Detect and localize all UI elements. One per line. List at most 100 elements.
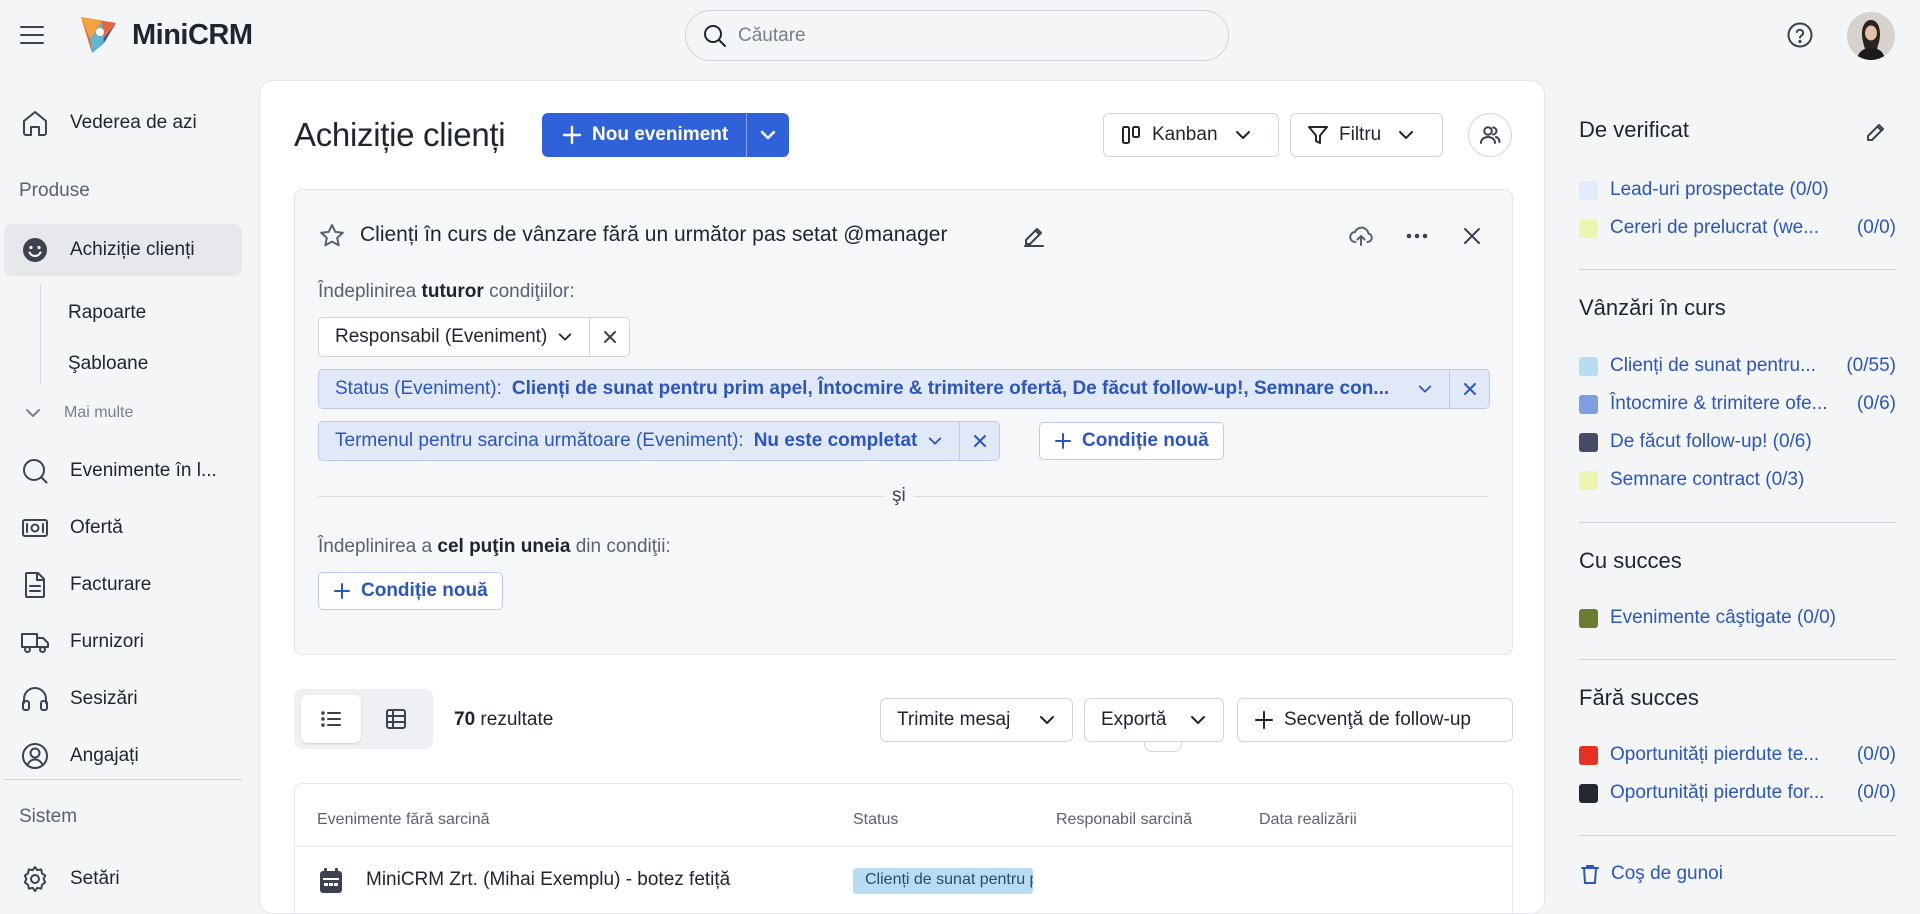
color-swatch [1579, 180, 1598, 200]
sidebar-item-offer[interactable]: Ofertă [4, 502, 242, 554]
any-conditions-pre: Îndeplinirea a [318, 536, 433, 557]
remove-condition-button[interactable] [1449, 370, 1489, 408]
condition-status-dropdown[interactable]: Status (Eveniment): Clienți de sunat pen… [319, 370, 1449, 408]
chevron-down-icon [1040, 716, 1054, 724]
sidebar-subitem-templates[interactable]: Şabloane [68, 353, 148, 375]
status-label: Oportunități pierdute for... [1610, 782, 1825, 803]
new-event-dropdown[interactable] [746, 113, 789, 157]
sidebar-item-suppliers[interactable]: Furnizori [4, 616, 242, 668]
column-header-responsible[interactable]: Responabil sarcină [1056, 811, 1192, 829]
status-link-first-call[interactable]: Clienți de sunat pentru... (0/55) [1579, 353, 1896, 379]
color-swatch [1579, 783, 1598, 803]
more-options-icon[interactable] [1402, 221, 1432, 251]
condition-label: Termenul pentru sarcina următoare (Eveni… [335, 430, 744, 451]
status-link-lost-2[interactable]: Oportunități pierdute for... (0/0) [1579, 780, 1896, 806]
status-badge: Clienți de sunat pentru prim apel [853, 868, 1033, 894]
sidebar-item-invoicing[interactable]: Facturare [4, 559, 242, 611]
table-view-button[interactable] [366, 695, 426, 743]
sidebar-section-products: Produse [19, 180, 90, 201]
sidebar-item-label: Sesizări [70, 688, 138, 709]
export-button[interactable]: Exportă [1084, 698, 1224, 742]
condition-deadline-dropdown[interactable]: Termenul pentru sarcina următoare (Eveni… [319, 422, 959, 460]
trash-icon [1581, 865, 1599, 884]
sidebar-item-tickets[interactable]: Sesizări [4, 673, 242, 725]
search-input[interactable] [738, 24, 1198, 47]
color-swatch [1579, 432, 1598, 452]
chevron-down-icon [26, 409, 40, 417]
section-title-failure: Fără succes [1579, 685, 1699, 710]
close-icon [1463, 383, 1476, 395]
logo[interactable]: MiniCRM [78, 13, 253, 57]
remove-condition-button[interactable] [959, 422, 999, 460]
sidebar-item-events[interactable]: Evenimente în l... [4, 445, 242, 497]
sidebar-item-today[interactable]: Vederea de azi [4, 97, 242, 149]
sidebar-subitem-reports[interactable]: Rapoarte [68, 302, 146, 324]
events-table: Evenimente fără sarcină Status Responabi… [294, 783, 1513, 914]
new-event-button[interactable]: Nou eveniment [542, 113, 746, 157]
remove-condition-button[interactable] [589, 318, 629, 356]
column-header-events[interactable]: Evenimente fără sarcină [317, 811, 490, 829]
sidebar-item-label: Ofertă [70, 517, 123, 538]
close-icon [973, 435, 986, 447]
status-link-lost-1[interactable]: Oportunități pierdute te... (0/0) [1579, 742, 1896, 768]
all-conditions-text: Îndeplinirea tuturor condiţiilor: [318, 281, 575, 303]
search-bar[interactable] [685, 10, 1229, 61]
kanban-label: Kanban [1152, 124, 1218, 145]
status-link-requests[interactable]: Cereri de prelucrat (we... (0/0) [1579, 215, 1896, 241]
column-header-status[interactable]: Status [853, 811, 898, 829]
status-link-prospected-leads[interactable]: Lead-uri prospectate (0/0) [1579, 177, 1896, 203]
status-count: (0/55) [1846, 355, 1896, 376]
close-icon [603, 331, 616, 343]
users-button[interactable] [1468, 113, 1512, 157]
sidebar-item-label: Achiziție clienți [70, 239, 195, 260]
send-message-button[interactable]: Trimite mesaj [880, 698, 1073, 742]
sidebar-more-toggle[interactable]: Mai multe [24, 404, 133, 422]
condition-responsible-dropdown[interactable]: Responsabil (Eveniment) [319, 318, 589, 356]
search-circle-icon [23, 459, 48, 484]
user-circle-icon [22, 743, 48, 769]
filter-button[interactable]: Filtru [1290, 113, 1443, 157]
sidebar: Vederea de azi Produse Achiziție clienți… [0, 70, 250, 914]
followup-sequence-button[interactable]: Secvenţă de follow-up [1237, 698, 1513, 742]
event-name[interactable]: MiniCRM Zrt. (Mihai Exemplu) - botez fet… [366, 869, 730, 891]
filter-icon [1308, 126, 1328, 144]
sidebar-item-employees[interactable]: Angajați [4, 730, 242, 782]
filter-panel: Clienți în curs de vânzare fără un următ… [294, 189, 1513, 655]
sidebar-item-customer-acquisition[interactable]: Achiziție clienți [4, 224, 242, 276]
results-label: rezultate [480, 709, 554, 730]
status-link-won[interactable]: Evenimente câştigate (0/0) [1579, 605, 1896, 631]
send-message-label: Trimite mesaj [897, 709, 1011, 730]
main-panel: Achiziție clienți Nou eveniment Kanban F… [259, 80, 1545, 914]
status-link-offer[interactable]: Întocmire & trimitere ofe... (0/6) [1579, 391, 1896, 417]
menu-icon[interactable] [18, 22, 46, 48]
cloud-upload-icon[interactable] [1346, 221, 1376, 251]
add-condition-button-2[interactable]: Condiție nouă [318, 572, 503, 610]
kanban-view-button[interactable]: Kanban [1103, 113, 1279, 157]
column-header-date[interactable]: Data realizării [1259, 811, 1357, 829]
all-conditions-pre: Îndeplinirea [318, 281, 417, 302]
star-icon[interactable] [318, 222, 346, 250]
color-swatch [1579, 470, 1598, 490]
edit-pencil-icon[interactable] [1022, 224, 1046, 248]
status-link-contract[interactable]: Semnare contract (0/3) [1579, 467, 1896, 493]
chevron-down-icon [761, 130, 776, 140]
condition-chip-status: Status (Eveniment): Clienți de sunat pen… [318, 369, 1490, 409]
edit-pencil-icon[interactable] [1864, 120, 1888, 144]
chevron-down-icon [1418, 385, 1432, 393]
plus-icon [334, 583, 350, 599]
list-view-button[interactable] [301, 695, 361, 743]
status-link-followup[interactable]: De făcut follow-up! (0/6) [1579, 429, 1896, 455]
list-icon [321, 711, 341, 727]
truck-icon [21, 633, 49, 653]
condition-label: Responsabil (Eveniment) [335, 326, 548, 347]
sidebar-more-label: Mai multe [64, 404, 134, 421]
sidebar-item-settings[interactable]: Setări [4, 853, 242, 905]
close-icon[interactable] [1457, 221, 1487, 251]
section-title-success: Cu succes [1579, 548, 1682, 573]
trash-link[interactable]: Coş de gunoi [1579, 863, 1723, 885]
add-condition-button[interactable]: Condiție nouă [1039, 422, 1224, 460]
condition-chip-responsible: Responsabil (Eveniment) [318, 317, 631, 357]
plus-icon [1255, 711, 1273, 729]
color-swatch [1579, 218, 1598, 238]
kanban-icon [1122, 126, 1140, 144]
